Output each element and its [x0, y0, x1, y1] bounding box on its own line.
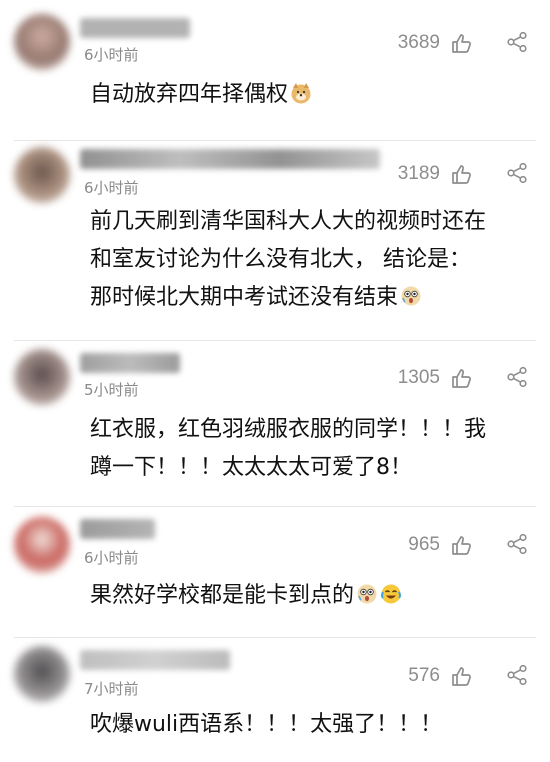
comment-item: 5小时前 1305 红衣服，红色羽绒服衣服的同学！！！我 蹲一下！！！太太太太可…	[0, 341, 550, 506]
share-icon[interactable]	[506, 162, 528, 184]
shocked-face-emoji	[357, 584, 377, 604]
share-icon[interactable]	[506, 366, 528, 388]
like-count: 1305	[397, 367, 440, 388]
username-blurred[interactable]	[80, 18, 190, 38]
comment-text-line: 蹲一下！！！太太太太可爱了8！	[90, 455, 412, 480]
comment-time: 7小时前	[84, 680, 139, 698]
thumbs-up-icon[interactable]	[451, 368, 473, 388]
comment-text: 吹爆wuli西语系！！！太强了！！！	[90, 706, 530, 744]
comment-time: 6小时前	[84, 179, 139, 197]
like-count: 965	[408, 534, 440, 555]
comment-text-line: 和室友讨论为什么没有北大， 结论是：	[90, 247, 471, 272]
username-blurred[interactable]	[80, 149, 380, 169]
shocked-face-emoji	[401, 286, 421, 306]
share-icon[interactable]	[506, 31, 528, 53]
like-count: 3189	[397, 163, 440, 184]
comment-text-line: 吹爆wuli西语系！！！太强了！！！	[90, 712, 443, 737]
avatar[interactable]	[14, 14, 70, 70]
thumbs-up-icon[interactable]	[451, 535, 473, 555]
comment-text-line: 果然好学校都是能卡到点的	[90, 577, 530, 615]
crying-laughing-emoji	[381, 584, 402, 604]
avatar[interactable]	[14, 147, 70, 203]
share-icon[interactable]	[506, 664, 528, 686]
comment-text-line: 前几天刷到清华国科大人大的视频时还在	[90, 209, 487, 234]
thumbs-up-icon[interactable]	[451, 164, 473, 184]
comment-time: 6小时前	[84, 46, 139, 64]
comment-text-line: 那时候北大期中考试还没有结束	[90, 279, 530, 317]
thumbs-up-icon[interactable]	[451, 33, 473, 53]
share-icon[interactable]	[506, 533, 528, 555]
comment-item: 7小时前 576 吹爆wuli西语系！！！太强了！！！	[0, 638, 550, 762]
avatar[interactable]	[14, 349, 70, 405]
username-blurred[interactable]	[80, 519, 155, 539]
avatar[interactable]	[14, 646, 70, 702]
comment-text: 自动放弃四年择偶权	[90, 76, 530, 114]
comment-item: 6小时前 3189 前几天刷到清华国科大人大的视频时还在 和室友讨论为什么没有北…	[0, 141, 550, 340]
comment-text: 前几天刷到清华国科大人大的视频时还在 和室友讨论为什么没有北大， 结论是： 那时…	[90, 203, 530, 317]
comment-text: 果然好学校都是能卡到点的	[90, 577, 530, 615]
comment-item: 6小时前 965 果然好学校都是能卡到点的	[0, 507, 550, 637]
comment-text: 红衣服，红色羽绒服衣服的同学！！！我 蹲一下！！！太太太太可爱了8！	[90, 411, 530, 487]
thumbs-up-icon[interactable]	[451, 666, 473, 686]
avatar[interactable]	[14, 517, 70, 573]
like-count: 576	[408, 665, 440, 686]
username-blurred[interactable]	[80, 353, 180, 373]
comment-text-line: 自动放弃四年择偶权	[90, 76, 530, 114]
comment-item: 6小时前 3689 自动放弃四年择偶权	[0, 0, 550, 140]
like-count: 3689	[397, 32, 440, 53]
username-blurred[interactable]	[80, 650, 230, 670]
comment-time: 6小时前	[84, 549, 139, 567]
comment-time: 5小时前	[84, 381, 139, 399]
comment-text-line: 红衣服，红色羽绒服衣服的同学！！！我	[90, 417, 487, 442]
doge-emoji	[291, 83, 311, 104]
